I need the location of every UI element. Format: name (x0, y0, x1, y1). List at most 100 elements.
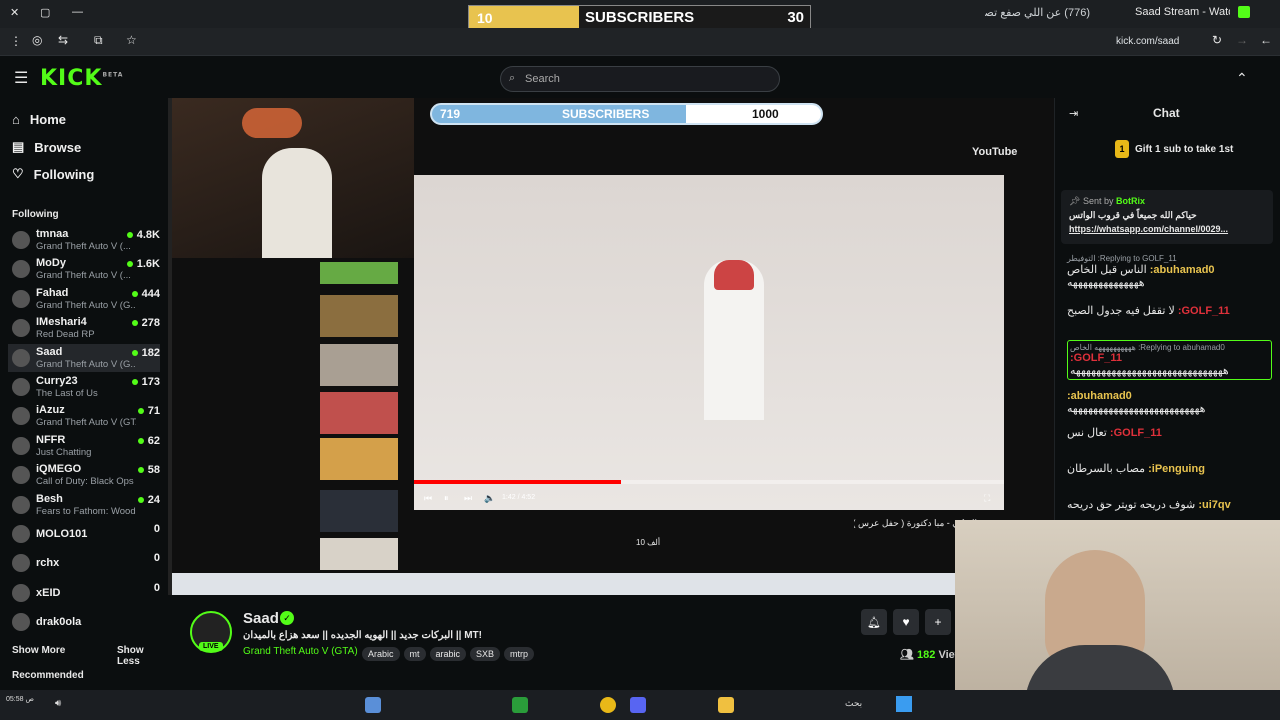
thumbnail[interactable] (320, 538, 398, 570)
url-text[interactable]: kick.com/saad (1116, 36, 1179, 47)
sidebar-channel-row[interactable]: Fahad Grand Theft Auto V (G... 444 (8, 285, 160, 313)
show-less-button[interactable]: Show Less (117, 645, 168, 667)
sidebar-channel-row[interactable]: NFFR Just Chatting 62 (8, 432, 160, 460)
thumbnail[interactable] (320, 438, 398, 480)
channel-avatar (12, 466, 30, 485)
taskbar-search[interactable]: بحث (845, 698, 862, 709)
chat-username[interactable]: GOLF_11: (1178, 305, 1230, 317)
video-progress-track[interactable] (414, 480, 1004, 484)
channel-avatar (12, 583, 30, 602)
tab-kick[interactable]: Saad Stream - Watch Live o (1135, 6, 1230, 18)
menu-dots-icon[interactable]: ⋮ (10, 34, 22, 48)
sidebar-channel-row[interactable]: IMeshari4 Red Dead RP 278 (8, 314, 160, 342)
sidebar-channel-row[interactable]: MoDy Grand Theft Auto V (... 1.6K (8, 255, 160, 283)
gift-sub-banner[interactable]: 1 Gift 1 sub to take 1st (1115, 140, 1233, 158)
thumbnail[interactable] (320, 295, 398, 337)
clock[interactable]: 05:58 ص (6, 695, 46, 703)
heart-icon: ♡ (12, 166, 24, 181)
channel-name[interactable]: Saad (243, 610, 279, 627)
back-icon[interactable]: ← (1260, 33, 1272, 47)
stream-tag[interactable]: arabic (429, 647, 467, 661)
chat-username[interactable]: abuhamad0: (1067, 390, 1132, 402)
like-count[interactable]: 10 ألف (636, 538, 660, 547)
chat-message[interactable]: abuhamad0: ههههههههههههههههههههههههههه (1067, 390, 1272, 415)
thumbnail[interactable] (320, 490, 398, 532)
thumbnail[interactable] (320, 392, 398, 434)
sidebar-channel-row[interactable]: tmnaa Grand Theft Auto V (... 4.8K (8, 226, 160, 254)
sidebar-channel-row[interactable]: MOLO101 0 (8, 520, 160, 548)
forward-icon[interactable]: → (1236, 33, 1248, 47)
sidebar-channel-row[interactable]: Saad Grand Theft Auto V (G... 182 (8, 343, 160, 372)
xbox-icon[interactable] (512, 697, 528, 713)
chat-message[interactable]: Replying to abuhamad0: ههههههههههه الخاص… (1067, 340, 1272, 380)
minimize-icon[interactable]: ✕ (10, 6, 19, 19)
folder-icon[interactable] (718, 697, 734, 713)
chat-message[interactable]: GOLF_11: تعال نس (1067, 426, 1272, 439)
thumbnail[interactable] (320, 344, 398, 386)
kick-logo[interactable]: KICKBETA (40, 66, 123, 91)
sidebar-channel-row[interactable]: drak0ola (8, 608, 160, 636)
volume-icon[interactable]: 🔈 (484, 493, 495, 504)
bookmark-star-icon[interactable]: ☆ (126, 33, 137, 47)
tab-youtube[interactable]: (776) عن اللي صفع تصفيع ولو ك (985, 6, 1090, 19)
stream-tag[interactable]: mt (403, 647, 426, 661)
subscribe-button[interactable]: + (925, 609, 951, 635)
prev-icon[interactable]: ⏮ (424, 493, 432, 504)
sidebar-item-following[interactable]: ♡ Following (12, 166, 94, 182)
sidebar-item-browse[interactable]: ▤ Browse (12, 139, 81, 155)
channel-avatar (12, 436, 30, 455)
sidebar-channel-row[interactable]: iQMEGO Call of Duty: Black Ops 6 58 (8, 461, 160, 489)
stream-tag[interactable]: Arabic (362, 647, 400, 661)
chat-username[interactable]: iPenguing: (1148, 463, 1205, 475)
chat-username[interactable]: GOLF_11: (1070, 352, 1122, 364)
category-link[interactable]: Grand Theft Auto V (GTA) (243, 646, 358, 657)
video-frame[interactable]: ⏮ ⏸ ⏭ 🔈 1:42 / 4:52 ⛶ (414, 175, 1004, 510)
reload-icon[interactable]: ↻ (1212, 33, 1222, 47)
settings-icon[interactable] (365, 697, 381, 713)
sidebar-channel-row[interactable]: Besh Fears to Fathom: Wood... 24 (8, 491, 160, 519)
sidebar-item-home[interactable]: ⌂ Home (12, 112, 66, 127)
chat-message[interactable]: Replying to GOLF_11: التوفيطر abuhamad0: … (1067, 254, 1272, 289)
chat-username[interactable]: GOLF_11: (1110, 427, 1162, 439)
volume-icon[interactable]: 🔊︎ (55, 698, 61, 709)
sidebar-channel-row[interactable]: Curry23 The Last of Us 173 (8, 373, 160, 401)
search-input[interactable]: ⌕ Search (500, 66, 780, 92)
live-dot-icon (131, 290, 138, 297)
next-icon[interactable]: ⏭ (464, 493, 472, 504)
stream-tag[interactable]: SXB (470, 647, 501, 661)
youtube-logo[interactable]: YouTube (972, 146, 1017, 158)
sidebar-channel-row[interactable]: rchx 0 (8, 549, 160, 577)
user-avatar[interactable]: ⌃ (1236, 70, 1248, 87)
sidebar-channel-row[interactable]: iAzuz Grand Theft Auto V (GTA) 71 (8, 402, 160, 430)
channel-avatar (12, 407, 30, 426)
windows-start-icon[interactable] (896, 696, 912, 712)
follow-button[interactable]: ♥ (893, 609, 919, 635)
viewer-count: 0 (153, 552, 160, 565)
dash-icon[interactable]: — (72, 6, 83, 18)
chat-message[interactable]: GOLF_11: لا تقفل فيه جدول الصبح (1067, 304, 1272, 317)
viewer-count: 173 (141, 376, 160, 388)
stream-tag[interactable]: mtrp (504, 647, 535, 661)
gift-text: Gift 1 sub to take 1st (1135, 143, 1234, 155)
discord-icon[interactable] (630, 697, 646, 713)
fullscreen-icon[interactable]: ⛶ (984, 493, 990, 504)
chat-message[interactable]: iPenguing: مصاب بالسرطان (1067, 462, 1272, 475)
channel-avatar (12, 260, 30, 279)
tabs-icon[interactable]: ⇆ (58, 33, 68, 47)
chat-message[interactable]: ui7qv: شوف دريحه تويتر حق دريحه (1067, 498, 1272, 511)
chat-username[interactable]: abuhamad0: (1150, 264, 1215, 276)
chrome-icon[interactable] (600, 697, 616, 713)
thumbnail[interactable] (320, 262, 398, 284)
chat-username[interactable]: ui7qv: (1198, 499, 1230, 511)
collapse-chat-icon[interactable]: ⇥ (1069, 107, 1078, 120)
show-more-button[interactable]: Show More (12, 645, 65, 656)
notification-button[interactable]: 🔔︎ (861, 609, 887, 635)
window-icon[interactable]: ▢ (40, 6, 50, 19)
channel-viewers: 62 (137, 435, 160, 447)
sidebar-channel-row[interactable]: xEID 0 (8, 579, 160, 607)
share-icon[interactable]: ⧉ (94, 33, 103, 48)
extension-icon[interactable]: ◎ (32, 33, 42, 47)
pause-icon[interactable]: ⏸ (444, 493, 449, 504)
hamburger-menu-icon[interactable]: ☰ (14, 68, 28, 88)
pinned-link[interactable]: https://whatsapp.com/channel/0029... (1069, 224, 1228, 234)
